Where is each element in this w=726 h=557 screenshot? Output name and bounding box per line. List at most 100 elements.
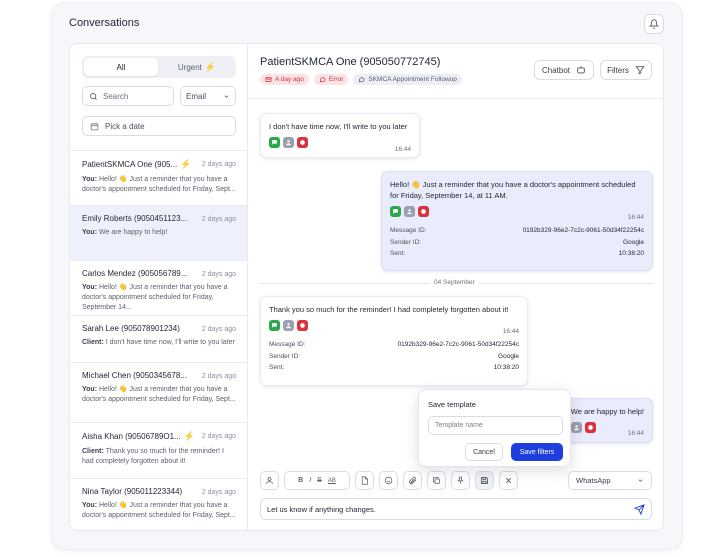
meta-label: Sent:: [269, 364, 285, 371]
date-badge-label: A day ago: [275, 76, 304, 83]
sender-prefix: Client:: [82, 339, 104, 346]
day-separator-label: 04 September: [430, 279, 479, 286]
conversation-item[interactable]: PatientSKMCA One (905... ⚡ 2 days ago You…: [70, 151, 247, 206]
message-time: 16:44: [627, 430, 644, 437]
message-input[interactable]: Let us know if anything changes.: [260, 498, 652, 520]
app-title: Conversations: [69, 17, 140, 29]
meta-message-id: Message ID: 0192b329-96e2-7c2c-9061-50d34…: [390, 225, 644, 237]
date-picker[interactable]: Pick a date: [82, 116, 236, 136]
filter-icon: [635, 66, 645, 75]
meta-label: Sender ID:: [269, 352, 301, 360]
date-placeholder: Pick a date: [105, 121, 145, 131]
italic-button[interactable]: I: [309, 477, 311, 484]
save-template-button[interactable]: [475, 471, 494, 490]
conversation-item[interactable]: Aisha Khan (90506789O1... ⚡ 2 days ago Cl…: [70, 423, 247, 479]
meta-value: Google: [498, 352, 519, 360]
message-time: 16:44: [394, 146, 411, 153]
error-badge: Error: [313, 74, 349, 85]
date-badge: A day ago: [260, 74, 309, 85]
send-channel-select[interactable]: WhatsApp: [568, 471, 652, 490]
meta-sender-id: Sender ID: Google: [269, 351, 519, 363]
pin-button[interactable]: [451, 471, 470, 490]
conversation-date: 2 days ago: [201, 271, 236, 278]
meta-sent: Sent: 10:38:20: [390, 248, 644, 260]
message-time: 16:44: [627, 214, 644, 221]
contact-name: Sarah Lee (905078901234): [82, 324, 180, 333]
filters-button[interactable]: Filters: [600, 60, 652, 80]
conversation-name: Michael Chen (9050345678...: [82, 371, 200, 380]
campaign-badge: SKMCA Appointment Followup: [353, 74, 462, 85]
campaign-badge-label: SKMCA Appointment Followup: [368, 76, 457, 83]
conversation-name: Aisha Khan (90506789O1... ⚡: [82, 431, 200, 442]
meta-value: 10:38:20: [618, 250, 644, 257]
message-time: 16:44: [502, 328, 519, 335]
conversation-item[interactable]: Emily Roberts (9050451123... 2 days ago …: [70, 206, 247, 261]
contact-name: PatientSKMCA One (905...: [82, 160, 178, 169]
smiley-icon: [384, 476, 393, 485]
notification-button[interactable]: [644, 14, 664, 34]
assign-user-button[interactable]: [260, 471, 279, 490]
preview-text: We are happy to help!: [99, 229, 168, 236]
contact-name: Emily Roberts (9050451123...: [82, 214, 188, 223]
urgent-icon: ⚡: [183, 431, 195, 441]
chevron-down-icon: [638, 479, 643, 482]
conversation-date: 2 days ago: [201, 326, 236, 333]
text-format-group: B I S AB: [284, 471, 350, 490]
emoji-button[interactable]: [379, 471, 398, 490]
paperclip-icon: [409, 476, 417, 485]
conversation-item[interactable]: Michael Chen (9050345678... 2 days ago Y…: [70, 363, 247, 423]
conversation-preview: You: We are happy to help!: [82, 228, 237, 238]
message-channel-icons: [269, 137, 411, 148]
whatsapp-icon: [269, 320, 280, 331]
conversation-date: 2 days ago: [201, 373, 236, 380]
sms-icon: [418, 206, 429, 217]
chat-title: PatientSKMCA One (905050772745): [260, 56, 441, 68]
copy-button[interactable]: [427, 471, 446, 490]
message-channel-icons: [390, 206, 644, 217]
search-input[interactable]: Search: [82, 86, 174, 106]
text-style-button[interactable]: AB: [328, 478, 336, 484]
cancel-button[interactable]: Cancel: [465, 443, 503, 461]
chatbot-button[interactable]: Chatbot: [534, 60, 594, 80]
floppy-disk-icon: [481, 477, 488, 484]
contact-name: Carlos Mendez (905056789...: [82, 269, 188, 278]
sms-icon: [297, 320, 308, 331]
channel-select-value: Email: [186, 91, 207, 101]
calendar-icon: [90, 122, 99, 130]
conversation-date: 2 days ago: [201, 489, 236, 496]
chat-bubble-icon: [319, 77, 326, 83]
bell-icon: [649, 19, 659, 29]
conversation-preview: Client: I don't have time now, I'll writ…: [82, 338, 237, 348]
save-filters-button[interactable]: Save filters: [511, 443, 563, 461]
attach-button[interactable]: [403, 471, 422, 490]
conversation-item[interactable]: Sarah Lee (905078901234) 2 days ago Clie…: [70, 316, 247, 363]
sender-prefix: You:: [82, 176, 98, 183]
filters-label: Filters: [607, 65, 629, 75]
conversation-item[interactable]: Carlos Mendez (905056789... 2 days ago Y…: [70, 261, 247, 316]
conversation-date: 2 days ago: [201, 433, 236, 440]
clear-button[interactable]: [499, 471, 518, 490]
tab-urgent[interactable]: Urgent ⚡: [160, 58, 234, 76]
channel-select[interactable]: Email: [180, 86, 236, 106]
sender-prefix: You:: [82, 229, 98, 236]
sender-prefix: You:: [82, 386, 98, 393]
template-name-input[interactable]: Template name: [428, 416, 563, 435]
chevron-down-icon: [224, 94, 229, 98]
strikethrough-button[interactable]: S: [317, 477, 322, 484]
conversation-list: PatientSKMCA One (905... ⚡ 2 days ago You…: [70, 150, 247, 530]
conversation-item[interactable]: Nina Taylor (905011223344) 2 days ago Yo…: [70, 479, 247, 530]
contact-name: Aisha Khan (90506789O1...: [82, 432, 181, 441]
document-button[interactable]: [355, 471, 374, 490]
send-icon[interactable]: [634, 503, 645, 515]
user-icon: [404, 206, 415, 217]
preview-text: Hello! 👋 Just a reminder that you have a…: [82, 502, 236, 519]
robot-icon: [577, 66, 585, 74]
bold-button[interactable]: B: [298, 477, 303, 484]
conversation-sidebar: All Urgent ⚡ Search Email Pick a date Pat…: [69, 43, 247, 531]
sender-prefix: You:: [82, 502, 98, 509]
tab-bar: All Urgent ⚡: [82, 56, 236, 78]
contact-name: Nina Taylor (905011223344): [82, 487, 183, 496]
tab-all[interactable]: All: [84, 58, 158, 76]
meta-sent: Sent: 10:38:20: [269, 362, 519, 374]
preview-text: Hello! 👋 Just a reminder that you have a…: [82, 176, 236, 193]
